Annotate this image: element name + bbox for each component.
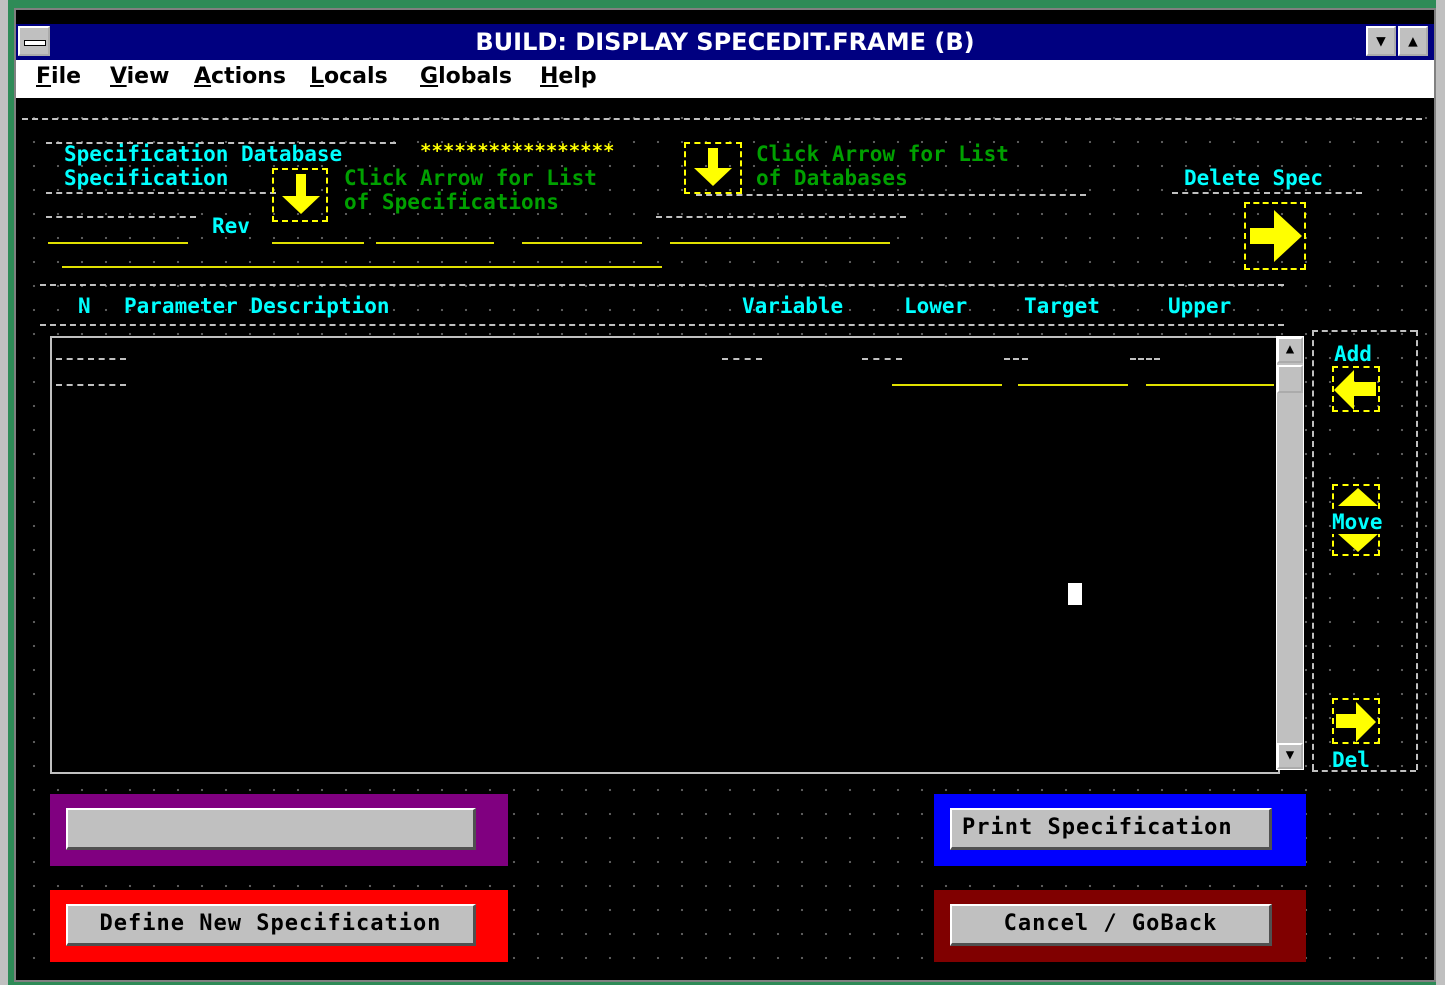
chevron-up-icon xyxy=(1338,488,1378,506)
rev-row-frame xyxy=(46,216,196,218)
row-target-field[interactable] xyxy=(1018,384,1128,386)
side-frame-right xyxy=(1416,330,1418,770)
window-title: BUILD: DISPLAY SPECEDIT.FRAME (B) xyxy=(475,28,975,56)
menu-globals[interactable]: Globals xyxy=(420,64,512,89)
row-upper-field[interactable] xyxy=(1146,384,1274,386)
minimize-button[interactable]: ▼ xyxy=(1366,26,1396,56)
rev-date-field[interactable] xyxy=(376,242,494,244)
table-row-underline xyxy=(56,384,126,386)
maximize-button[interactable]: ▲ xyxy=(1398,26,1428,56)
table-row-lower-mark xyxy=(862,358,902,360)
rev-left-field[interactable] xyxy=(48,242,188,244)
spec-click-arrow-hint: Click Arrow for List xyxy=(344,166,597,190)
table-row xyxy=(56,358,126,360)
desktop: BUILD: DISPLAY SPECEDIT.FRAME (B) ▼ ▲ Fi… xyxy=(0,0,1445,985)
db-of-databases-hint: of Databases xyxy=(756,166,908,190)
spec-label-frame xyxy=(46,192,276,194)
menu-actions[interactable]: Actions xyxy=(194,64,286,89)
spec-of-specifications-hint: of Specifications xyxy=(344,190,559,214)
chevron-down-icon xyxy=(1338,534,1378,552)
spec-label: Specification xyxy=(64,166,229,190)
blank-button-panel xyxy=(50,794,508,866)
title-bar: BUILD: DISPLAY SPECEDIT.FRAME (B) ▼ ▲ xyxy=(16,24,1434,60)
blank-button[interactable] xyxy=(66,808,476,850)
add-row-button[interactable] xyxy=(1332,366,1380,412)
db-list-arrow-button[interactable] xyxy=(684,142,742,194)
table-row-target-mark xyxy=(1004,358,1028,360)
app-window: BUILD: DISPLAY SPECEDIT.FRAME (B) ▼ ▲ Fi… xyxy=(14,8,1436,982)
rev-extra-field[interactable] xyxy=(522,242,642,244)
menu-file[interactable]: File xyxy=(36,64,81,89)
table-row-upper-mark xyxy=(1130,358,1160,360)
print-button-panel: Print Specification xyxy=(934,794,1306,866)
rev-label: Rev xyxy=(212,214,250,238)
delete-spec-label: Delete Spec xyxy=(1184,166,1324,190)
table-row-variable xyxy=(722,358,762,360)
cancel-button-panel: Cancel / GoBack xyxy=(934,890,1306,962)
menu-locals[interactable]: Locals xyxy=(310,64,388,89)
table-scrollbar[interactable]: ▲ ▼ xyxy=(1276,336,1304,770)
top-divider xyxy=(22,118,1422,120)
scroll-up-button[interactable]: ▲ xyxy=(1277,337,1303,363)
delete-spec-frame xyxy=(1172,192,1362,194)
db-click-arrow-hint: Click Arrow for List xyxy=(756,142,1009,166)
row-lower-field[interactable] xyxy=(892,384,1002,386)
spec-db-label: Specification Database xyxy=(64,142,343,166)
spec-list-arrow-button[interactable] xyxy=(272,168,328,222)
rev-right-field[interactable] xyxy=(670,242,890,244)
column-variable: Variable xyxy=(742,294,844,318)
column-parameter-description: Parameter Description xyxy=(124,294,390,318)
form-canvas: Specification Database *****************… xyxy=(16,98,1434,980)
parameter-table[interactable] xyxy=(50,336,1280,774)
description-field[interactable] xyxy=(62,266,662,268)
rev-right-frame xyxy=(656,216,906,218)
side-frame-left xyxy=(1312,330,1314,770)
arrow-left-icon xyxy=(1334,370,1354,410)
define-new-specification-button[interactable]: Define New Specification xyxy=(66,904,476,946)
chevron-down-icon xyxy=(694,168,732,186)
move-label: Move xyxy=(1332,510,1383,534)
rev-field[interactable] xyxy=(272,242,364,244)
scroll-thumb[interactable] xyxy=(1277,365,1303,393)
header-top-frame xyxy=(40,284,1284,286)
scroll-down-button[interactable]: ▼ xyxy=(1277,743,1303,769)
header-bottom-frame xyxy=(40,324,1284,326)
add-label: Add xyxy=(1334,342,1372,366)
column-upper: Upper xyxy=(1168,294,1232,318)
menu-bar: File View Actions Locals Globals Help xyxy=(16,60,1434,98)
column-n: N xyxy=(78,294,91,318)
db-hint-frame xyxy=(696,194,1086,196)
chevron-down-icon xyxy=(282,196,320,214)
delete-row-button[interactable] xyxy=(1332,698,1380,744)
define-button-panel: Define New Specification xyxy=(50,890,508,962)
text-cursor xyxy=(1068,583,1082,605)
menu-view[interactable]: View xyxy=(110,64,169,89)
side-frame-top xyxy=(1312,330,1416,332)
del-label: Del xyxy=(1332,748,1370,772)
arrow-right-icon xyxy=(1356,702,1376,742)
arrow-right-icon xyxy=(1274,210,1302,262)
delete-spec-button[interactable] xyxy=(1244,202,1306,270)
column-target: Target xyxy=(1024,294,1100,318)
spec-db-value[interactable]: ***************** xyxy=(420,140,614,162)
menu-help[interactable]: Help xyxy=(540,64,597,89)
cancel-goback-button[interactable]: Cancel / GoBack xyxy=(950,904,1272,946)
print-specification-button[interactable]: Print Specification xyxy=(950,808,1272,850)
column-lower: Lower xyxy=(904,294,968,318)
